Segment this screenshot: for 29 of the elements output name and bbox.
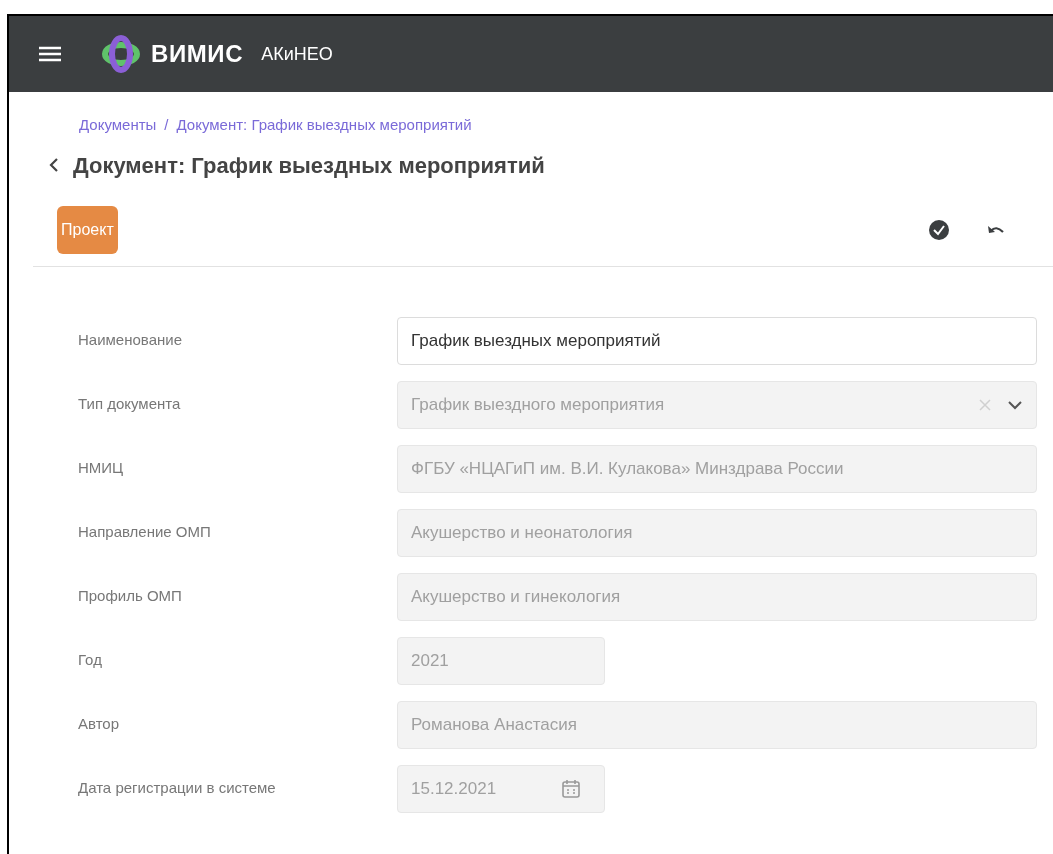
app-subtitle: АКиНЕО [261,42,333,66]
breadcrumb-link[interactable]: Документ: График выездных мероприятий [176,114,472,137]
field-value: Акушерство и гинекология [411,585,622,608]
logo-icon [101,34,141,74]
field-label: Направление ОМП [78,522,212,543]
back-icon[interactable] [49,157,59,173]
field-label: Профиль ОМП [78,586,183,607]
logo-text: ВИМИС [151,39,244,69]
field-label: Год [78,650,103,671]
field-value: Акушерство и неонатология [411,521,634,544]
check-circle-icon[interactable] [929,219,949,240]
undo-icon[interactable] [987,223,1005,236]
status-button[interactable]: Проект [57,205,118,254]
field-label: Тип документа [78,394,182,415]
field-value: 2021 [411,649,450,672]
field-label: Дата регистрации в системе [78,778,277,799]
field-value: Романова Анастасия [411,713,578,736]
breadcrumb-link[interactable]: Документы [79,114,157,137]
field-value: 15.12.2021 [411,777,498,800]
field-value: ФГБУ «НЦАГиП им. В.И. Кулакова» Минздрава России [411,457,845,480]
page-title: Документ: График выездных мероприятий [73,151,545,180]
field-value: График выездного мероприятия [411,393,666,416]
breadcrumb-separator: / [164,115,169,135]
menu-icon[interactable] [39,46,61,62]
field-value: График выездных мероприятий [411,329,662,352]
field-label: Наименование [78,330,183,351]
field-label: НМИЦ [78,458,125,479]
input-field[interactable]: График выездных мероприятий [397,316,1037,365]
field-label: Автор [78,714,121,735]
